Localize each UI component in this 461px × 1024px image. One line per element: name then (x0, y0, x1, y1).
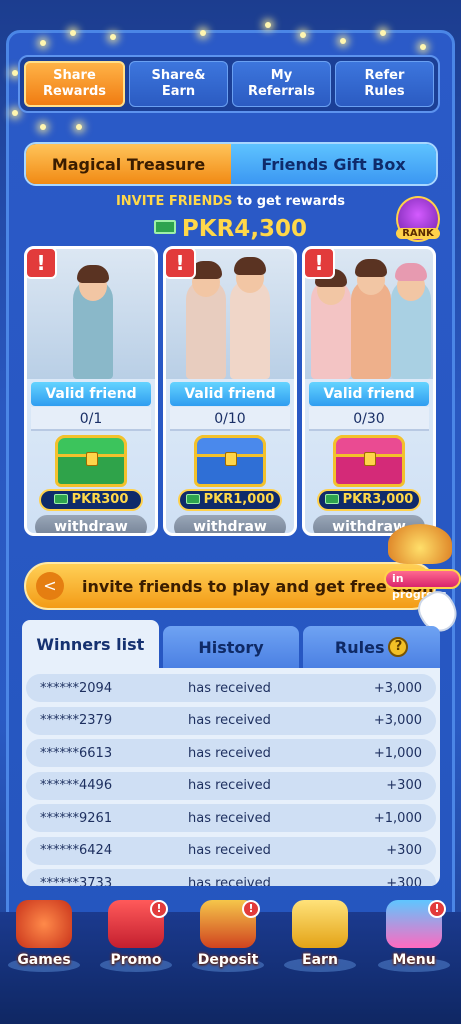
list-item: ******3733 has received +300 (26, 869, 436, 886)
list-item: ******9261 has received +1,000 (26, 804, 436, 832)
reward-card-2: ! Valid friend 0/10 PKR1,000 withdraw (163, 246, 297, 536)
segment-friends-gift-box[interactable]: Friends Gift Box (231, 144, 436, 184)
alert-icon: ! (27, 249, 57, 279)
tab-history[interactable]: History (162, 626, 300, 668)
tab-my-referrals[interactable]: My Referrals (232, 61, 331, 107)
friend-progress: 0/30 (309, 407, 429, 431)
notification-badge: ! (150, 900, 168, 918)
panel-tabs: Winners list History Rules? (22, 620, 441, 668)
friend-progress: 0/10 (170, 407, 290, 431)
bottom-navigation: Games ! Promo ! Deposit Earn ! Menu (0, 892, 461, 1024)
withdraw-button[interactable]: withdraw (35, 515, 147, 533)
segment-magical-treasure[interactable]: Magical Treasure (26, 144, 231, 184)
prize-amount: PKR300 (39, 489, 143, 511)
top-tab-bar: Share Rewards Share& Earn My Referrals R… (18, 55, 440, 113)
cash-icon (153, 219, 176, 234)
prize-value: PKR300 (71, 492, 129, 507)
friend-progress: 0/1 (31, 407, 151, 431)
withdraw-button[interactable]: withdraw (174, 515, 286, 533)
reward-total: PKR4,300 (0, 216, 461, 242)
tab-share-rewards[interactable]: Share Rewards (24, 61, 125, 107)
invite-friends-label: invite friends to play and get free cash (82, 576, 434, 596)
prize-value: PKR1,000 (203, 492, 275, 507)
nav-deposit[interactable]: ! Deposit (186, 900, 270, 976)
list-item: ******4496 has received +300 (26, 771, 436, 800)
invite-friends-button[interactable]: < invite friends to play and get free ca… (24, 562, 436, 610)
list-item: ******6424 has received +300 (26, 836, 436, 865)
tab-refer-rules[interactable]: Refer Rules (335, 61, 434, 107)
rank-label[interactable]: RANK (396, 228, 440, 239)
share-icon: < (36, 572, 64, 600)
list-item: ******6613 has received +1,000 (26, 739, 436, 767)
treasure-chest-icon (55, 435, 127, 487)
alert-icon: ! (305, 249, 335, 279)
alert-icon: ! (166, 249, 196, 279)
tab-share-earn[interactable]: Share& Earn (129, 61, 228, 107)
nav-menu[interactable]: ! Menu (372, 900, 456, 976)
tab-rules[interactable]: Rules? (303, 626, 441, 668)
winners-list[interactable]: ******2094 has received +3,000 ******2379 h… (22, 668, 440, 886)
valid-friend-label: Valid friend (170, 382, 290, 406)
cash-icon (185, 493, 200, 504)
cash-icon (324, 493, 339, 504)
invite-rest: to get rewards (232, 194, 346, 209)
treasure-chest-icon (333, 435, 405, 487)
reward-card-3: ! Valid friend 0/30 PKR3,000 withdraw (302, 246, 436, 536)
reward-type-segment: Magical Treasure Friends Gift Box (24, 142, 438, 186)
notification-badge: ! (242, 900, 260, 918)
prize-amount: PKR1,000 (178, 489, 282, 511)
in-progress-badge: in progress (384, 569, 461, 601)
list-item: ******2094 has received +3,000 (26, 674, 436, 702)
valid-friend-label: Valid friend (31, 382, 151, 406)
invite-headline: INVITE FRIENDS to get rewards (0, 194, 461, 209)
help-icon[interactable]: ? (388, 637, 409, 657)
reward-total-value: PKR4,300 (181, 216, 308, 242)
winners-panel: Winners list History Rules? ******2094 ha… (22, 620, 441, 886)
invite-highlight: INVITE FRIENDS (115, 194, 233, 209)
coins-icon (292, 900, 348, 948)
nav-promo[interactable]: ! Promo (94, 900, 178, 976)
nav-earn[interactable]: Earn (278, 900, 362, 976)
tab-rules-label: Rules (334, 637, 385, 657)
prize-value: PKR3,000 (342, 492, 414, 507)
magic-lamp-icon (388, 524, 452, 564)
notification-badge: ! (428, 900, 446, 918)
valid-friend-label: Valid friend (309, 382, 429, 406)
cash-icon (53, 493, 68, 504)
tab-winners-list[interactable]: Winners list (22, 620, 159, 668)
nav-games[interactable]: Games (2, 900, 86, 976)
treasure-chest-icon (194, 435, 266, 487)
list-item: ******2379 has received +3,000 (26, 706, 436, 735)
reward-card-1: ! Valid friend 0/1 PKR300 withdraw (24, 246, 158, 536)
prize-amount: PKR3,000 (317, 489, 421, 511)
games-icon (16, 900, 72, 948)
